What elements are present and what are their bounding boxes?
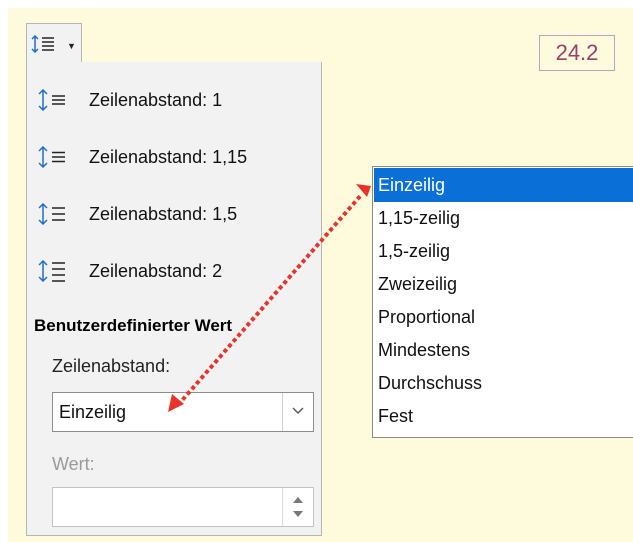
annotation-arrow <box>168 184 371 412</box>
